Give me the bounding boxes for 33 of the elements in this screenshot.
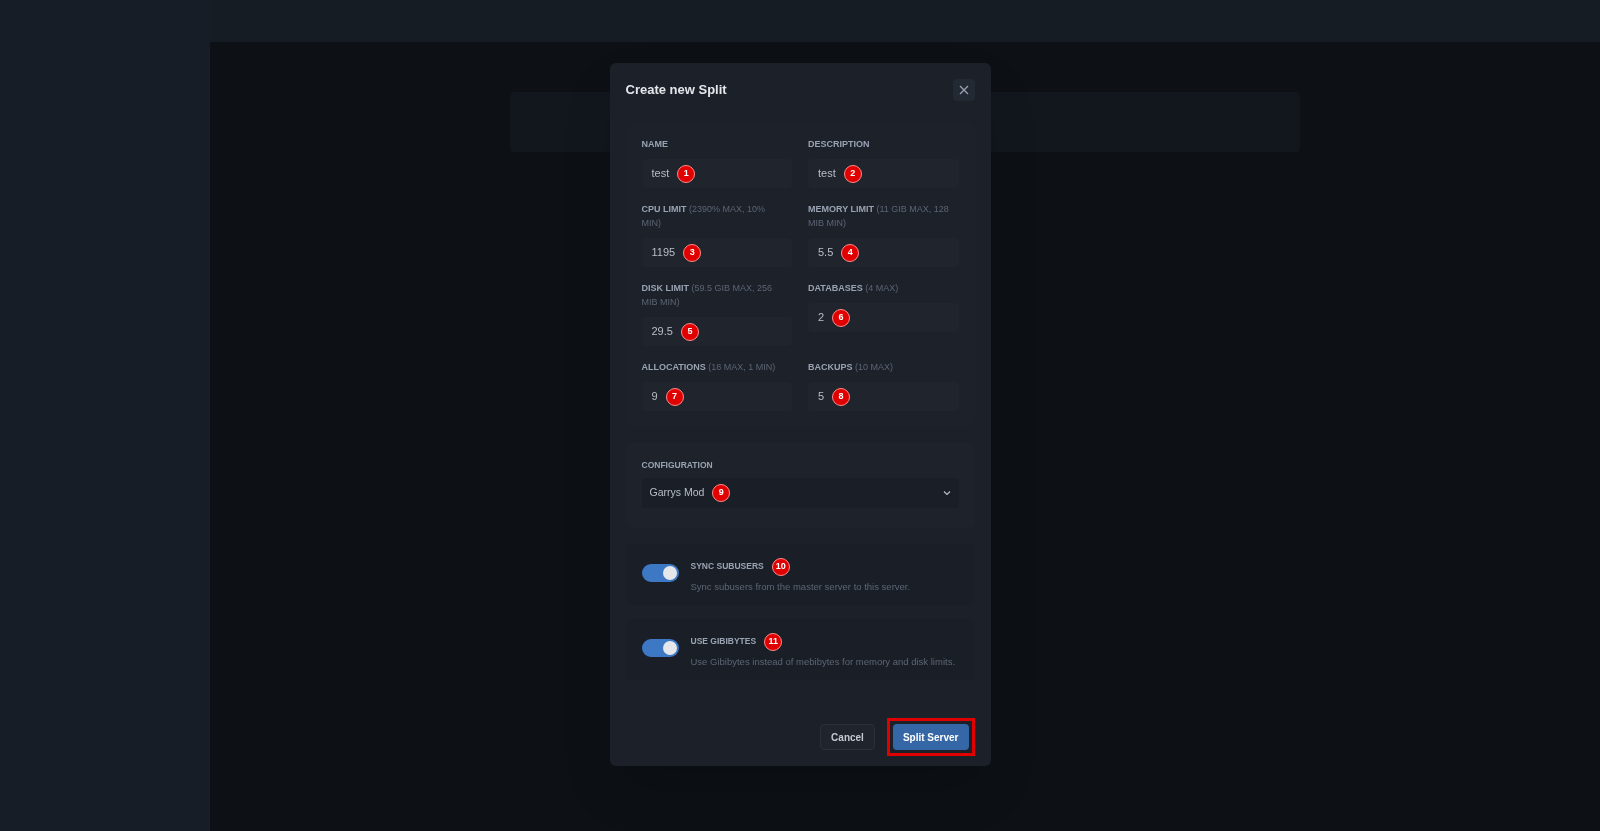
dialog-title: Create new Split: [625, 81, 727, 100]
toggle-switch[interactable]: [641, 563, 679, 582]
split-server-button[interactable]: Split Server: [892, 724, 969, 750]
annotation-marker: 5: [680, 322, 699, 341]
toggle-switch[interactable]: [641, 638, 679, 657]
field-label: CONFIGURATION: [641, 459, 714, 472]
annotation-marker: 7: [665, 387, 684, 406]
field-label: NAME: [641, 138, 669, 151]
annotation-marker: 4: [841, 243, 860, 262]
annotation-marker: 6: [832, 308, 851, 327]
field-label: MEMORY LIMIT (11 GIB MAX, 128 MIB MIN): [808, 203, 950, 230]
field-label: DESCRIPTION: [808, 138, 871, 151]
field-label: DISK LIMIT (59.5 GIB MAX, 256 MIB MIN): [641, 282, 774, 309]
close-icon: [958, 85, 969, 95]
field-label: CPU LIMIT (2390% MAX, 10% MIN): [641, 203, 767, 230]
setting-description: Use Gibibytes instead of mebibytes for memory and disk limits.: [690, 654, 955, 668]
chevron-down-icon: [942, 489, 951, 496]
setting-description: Sync subusers from the master server to this server.: [690, 579, 911, 593]
setting-title: USE GIBIBYTES: [690, 635, 757, 649]
annotation-marker: 10: [771, 557, 790, 576]
annotation-marker: 11: [764, 632, 783, 651]
annotation-marker: 2: [843, 164, 862, 183]
setting-title: SYNC SUBUSERS: [690, 560, 764, 574]
annotation-marker: 1: [677, 164, 696, 183]
field-label: BACKUPS (10 MAX): [808, 361, 895, 374]
annotation-marker: 8: [832, 387, 851, 406]
annotation-marker: 3: [683, 243, 702, 262]
close-button[interactable]: [952, 79, 975, 101]
cancel-button[interactable]: Cancel: [820, 724, 875, 750]
field-label: ALLOCATIONS (18 MAX, 1 MIN): [641, 361, 777, 374]
annotation-marker: 9: [712, 483, 731, 502]
field-label: DATABASES (4 MAX): [808, 282, 900, 295]
select-field[interactable]: Garrys Mod 9: [641, 477, 959, 508]
